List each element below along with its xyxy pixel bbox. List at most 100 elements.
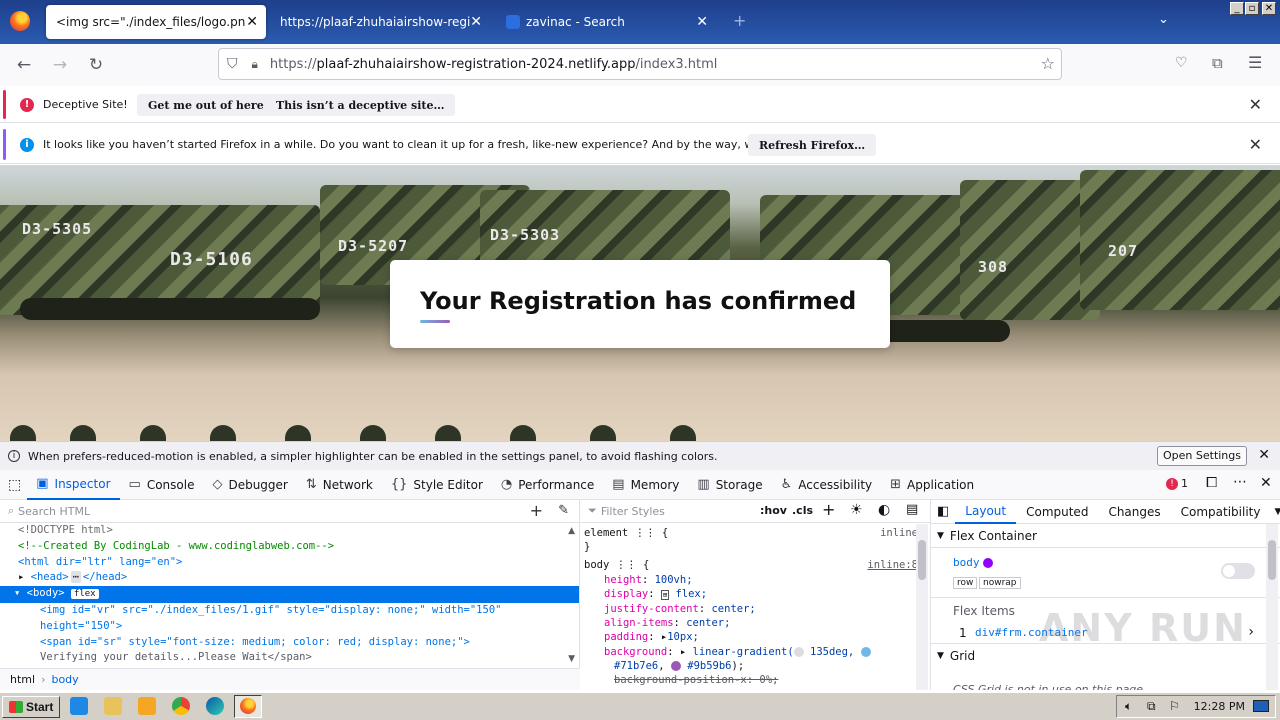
error-icon[interactable]: ! xyxy=(1166,478,1178,490)
back-button[interactable]: ← xyxy=(12,53,36,77)
angle-swatch[interactable] xyxy=(793,646,804,657)
light-theme-icon[interactable]: ☀ xyxy=(850,502,863,518)
network-icon[interactable]: ⧉ xyxy=(1147,699,1156,714)
url-bar[interactable]: ⛉ 🔒︎ https:// plaaf-zhuhaiairshow-regist… xyxy=(218,48,1062,80)
print-icon[interactable]: ▤ xyxy=(906,502,918,517)
flex-toggle-icon[interactable]: ⊞ xyxy=(660,589,670,600)
menu-icon[interactable]: ☰ xyxy=(1248,53,1262,72)
maximize-button[interactable]: ▫ xyxy=(1245,2,1259,15)
not-deceptive-button[interactable]: This isn’t a deceptive site… xyxy=(265,94,456,116)
tab-network[interactable]: ⇅ Network xyxy=(297,470,382,500)
flex-container-header[interactable]: ▼ Flex Container xyxy=(931,524,1280,548)
explorer-icon[interactable] xyxy=(104,697,122,715)
lock-icon[interactable]: 🔒︎ xyxy=(252,57,258,72)
declaration[interactable]: align-items: center; xyxy=(580,616,930,630)
search-html-input[interactable]: ⌕ Search HTML + ✎ xyxy=(0,500,579,523)
flex-body-label[interactable]: body xyxy=(953,556,980,569)
overridden-declaration[interactable]: background-position-x: 0%; xyxy=(580,673,930,687)
head-node[interactable]: ▸ <head> ⋯ </head> xyxy=(0,570,579,586)
tab-memory[interactable]: ▤ Memory xyxy=(603,470,688,500)
minimize-button[interactable]: _ xyxy=(1230,2,1244,15)
filter-styles-input[interactable]: ⏷ Filter Styles :hov .cls + ☀ ◐ ▤ xyxy=(580,500,930,523)
tab-2[interactable]: https://plaaf-zhuhaiairshow-registration… xyxy=(270,5,490,39)
edge-icon[interactable] xyxy=(206,697,224,715)
declaration[interactable]: display: ⊞ flex; xyxy=(580,587,930,602)
tab-debugger[interactable]: ◇ Debugger xyxy=(203,470,296,500)
cls-toggle[interactable]: .cls xyxy=(792,504,813,517)
close-icon[interactable]: ✕ xyxy=(1249,135,1262,154)
forward-button[interactable]: → xyxy=(48,53,72,77)
tab-accessibility[interactable]: ♿︎ Accessibility xyxy=(772,470,882,500)
declaration[interactable]: background: ▸ linear-gradient( 135deg, xyxy=(580,645,930,659)
tab-3[interactable]: zavinac - Search ✕ xyxy=(496,5,716,39)
start-button[interactable]: Start xyxy=(2,695,61,718)
collapse-icon[interactable]: ▾ xyxy=(14,587,20,599)
tab-changes[interactable]: Changes xyxy=(1098,505,1170,519)
bookmark-star-icon[interactable]: ☆ xyxy=(1041,54,1055,73)
element-rule[interactable]: element ⋮⋮ { inline xyxy=(580,526,930,540)
tab-inspector[interactable]: ▣ Inspector xyxy=(27,470,120,500)
body-node[interactable]: ▾ <body> flex xyxy=(0,586,579,603)
color-swatch-1[interactable] xyxy=(860,646,871,657)
firefox-icon[interactable] xyxy=(10,11,30,31)
open-settings-button[interactable]: Open Settings xyxy=(1157,446,1247,466)
comment-line[interactable]: <!--Created By CodingLab - www.codinglab… xyxy=(0,539,579,555)
tab-style-editor[interactable]: {} Style Editor xyxy=(382,470,492,500)
add-node-icon[interactable]: + xyxy=(530,501,543,520)
volume-icon[interactable]: 🔈︎ xyxy=(1125,699,1132,714)
eyedropper-icon[interactable]: ✎ xyxy=(558,503,569,518)
close-icon[interactable]: ✕ xyxy=(1258,447,1270,463)
chrome-icon[interactable] xyxy=(172,697,190,715)
tab-list-icon[interactable]: ⌄ xyxy=(1158,12,1169,27)
close-icon[interactable]: ✕ xyxy=(1249,95,1262,114)
span-text[interactable]: Verifying your details...Please Wait</sp… xyxy=(0,650,579,666)
html-node[interactable]: <html dir="ltr" lang="en"> xyxy=(0,555,579,571)
security-icon[interactable]: ⚐ xyxy=(1169,699,1180,713)
scroll-down-icon[interactable]: ▼ xyxy=(568,654,575,664)
show-desktop-icon[interactable] xyxy=(1253,700,1269,712)
refresh-firefox-button[interactable]: Refresh Firefox… xyxy=(748,134,877,156)
chevron-right-icon[interactable]: › xyxy=(1248,624,1254,640)
close-icon[interactable]: ✕ xyxy=(696,14,708,30)
span-node[interactable]: <span id="sr" style="font-size: medium; … xyxy=(0,635,579,651)
tab-layout[interactable]: Layout xyxy=(955,500,1017,524)
declaration[interactable]: justify-content: center; xyxy=(580,602,930,616)
pick-element-icon[interactable]: ⬚ xyxy=(8,477,21,493)
expand-icon[interactable]: ▸ xyxy=(18,571,24,583)
sidebar-toggle-icon[interactable]: ◧ xyxy=(931,504,955,519)
get-me-out-button[interactable]: Get me out of here! xyxy=(137,94,280,116)
hov-toggle[interactable]: :hov xyxy=(760,504,787,517)
highlighter-toggle[interactable] xyxy=(1221,563,1255,579)
tab-application[interactable]: ⊞ Application xyxy=(881,470,983,500)
img-node[interactable]: <img id="vr" src="./index_files/1.gif" s… xyxy=(0,603,579,619)
flex-badge[interactable]: flex xyxy=(70,589,99,600)
scrollbar[interactable] xyxy=(916,524,928,690)
close-icon[interactable]: ✕ xyxy=(470,14,482,30)
breadcrumb-html[interactable]: html xyxy=(10,673,35,686)
close-icon[interactable]: ✕ xyxy=(1260,475,1272,491)
window-close-button[interactable]: ✕ xyxy=(1262,2,1276,15)
scroll-up-icon[interactable]: ▲ xyxy=(568,526,575,536)
declaration[interactable]: padding: ▸10px; xyxy=(580,630,930,644)
dock-icon[interactable]: ⧠ xyxy=(1206,475,1217,491)
add-rule-icon[interactable]: + xyxy=(822,500,835,519)
dark-theme-icon[interactable]: ◐ xyxy=(878,502,890,518)
extensions-icon[interactable]: ⧉ xyxy=(1212,54,1223,72)
color-swatch-2[interactable] xyxy=(670,660,681,671)
img-node-cont[interactable]: height="150"> xyxy=(0,619,579,635)
scrollbar-thumb[interactable] xyxy=(918,540,926,580)
firefox-taskbar-button[interactable] xyxy=(234,695,262,718)
declaration[interactable]: height: 100vh; xyxy=(580,573,930,587)
collapsed-ellipsis[interactable]: ⋯ xyxy=(70,571,81,584)
close-icon[interactable]: ✕ xyxy=(246,14,258,30)
doctype-line[interactable]: <!DOCTYPE html> xyxy=(0,523,579,539)
chevron-down-icon[interactable]: ▼ xyxy=(1271,507,1280,517)
tab-console[interactable]: ▭ Console xyxy=(120,470,204,500)
ie-icon[interactable] xyxy=(70,697,88,715)
more-options-icon[interactable]: ⋯ xyxy=(1233,474,1247,490)
scrollbar[interactable] xyxy=(1266,524,1278,690)
tab-performance[interactable]: ◔ Performance xyxy=(492,470,603,500)
tab-compatibility[interactable]: Compatibility xyxy=(1171,505,1271,519)
scrollbar-thumb[interactable] xyxy=(1268,540,1276,580)
reload-button[interactable]: ↻ xyxy=(84,53,108,77)
